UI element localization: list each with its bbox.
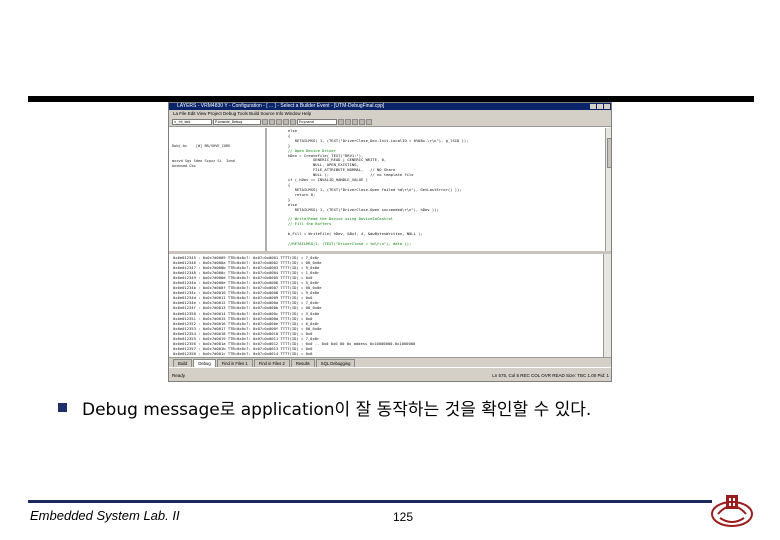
- output-line: 0x6e012358 : 0x0c7d001c TTB=0x0c7: 0x07=…: [173, 350, 313, 356]
- debug-icon[interactable]: [359, 119, 365, 125]
- window-controls: [590, 104, 610, 109]
- bullet-text: Debug message로 application이 잘 동작하는 것을 확인…: [82, 399, 592, 420]
- toolbar: x_rd_bmi Pinmode_Debug Evynand: [169, 118, 611, 127]
- status-bar: Ready Ln 575, Col 5 REC COL OVR READ Siz…: [169, 367, 611, 381]
- code-editor[interactable]: else { RETAILMSG( 1, (TEXT("DriverClose_…: [269, 128, 605, 251]
- redo-icon[interactable]: [290, 119, 296, 125]
- tab-build[interactable]: Build: [173, 359, 193, 367]
- build-combo[interactable]: Pinmode_Debug: [213, 119, 261, 125]
- copy-icon[interactable]: [269, 119, 275, 125]
- menu-bar[interactable]: La File Edit View Project Debug Tools Bu…: [169, 110, 611, 118]
- window-titlebar[interactable]: LAYERS - VRM4830 Y - Configuration - [ .…: [169, 103, 611, 110]
- tab-find-in-files-2[interactable]: Find in Files 2: [253, 359, 290, 367]
- save-icon[interactable]: [262, 119, 268, 125]
- output-scrollbar[interactable]: [603, 254, 611, 357]
- window-title: LAYERS - VRM4830 Y - Configuration - [ .…: [177, 103, 385, 109]
- output-tabs: Build Debug Find in Files 1 Find in Files 2…: [169, 357, 611, 367]
- build-icon[interactable]: [338, 119, 344, 125]
- slide: LAYERS - VRM4830 Y - Configuration - [ .…: [0, 0, 780, 540]
- stop-icon[interactable]: [352, 119, 358, 125]
- paste-icon[interactable]: [276, 119, 282, 125]
- workspace-pane[interactable]: Dobj.bc [W] BR/SHVE_CORE mxxvd Sgs Sdeo …: [169, 128, 267, 251]
- status-text: Ready: [172, 373, 186, 378]
- editor-area: Dobj.bc [W] BR/SHVE_CORE mxxvd Sgs Sdeo …: [169, 128, 611, 251]
- bullet-square-icon: [58, 402, 67, 412]
- debug-output[interactable]: 0x6e012345 : 0x0c7d0009 TTB=0x0c7: 0x07=…: [169, 254, 605, 357]
- footer-lab-name: Embedded System Lab. II: [30, 508, 180, 523]
- maximize-icon[interactable]: [597, 104, 603, 109]
- config-combo[interactable]: x_rd_bmi: [172, 119, 212, 125]
- footer-rule: [28, 500, 712, 503]
- find-combo[interactable]: Evynand: [297, 119, 337, 125]
- bullet-item: Debug message로 application이 잘 동작하는 것을 확인…: [58, 395, 758, 420]
- editor-scrollbar[interactable]: [605, 128, 611, 251]
- tab-results[interactable]: Results: [290, 359, 315, 367]
- tab-sql-debugging[interactable]: SQL Debugging: [315, 359, 356, 367]
- university-logo-icon: [711, 495, 753, 527]
- scroll-thumb[interactable]: [607, 138, 611, 168]
- tab-debug[interactable]: Debug: [193, 359, 216, 367]
- status-position: Ln 575, Col 5 REC COL OVR READ Size: TBC…: [492, 373, 609, 378]
- minimize-icon[interactable]: [590, 104, 596, 109]
- ide-screenshot: LAYERS - VRM4830 Y - Configuration - [ .…: [168, 102, 612, 382]
- run-icon[interactable]: [345, 119, 351, 125]
- close-icon[interactable]: [604, 104, 610, 109]
- code-line: //RETAILMSG(1, (TEXT("DriverClose = %d\r…: [281, 240, 412, 246]
- breakpoint-icon[interactable]: [366, 119, 372, 125]
- undo-icon[interactable]: [283, 119, 289, 125]
- tab-find-in-files-1[interactable]: Find in Files 1: [216, 359, 253, 367]
- page-number: 125: [393, 510, 414, 524]
